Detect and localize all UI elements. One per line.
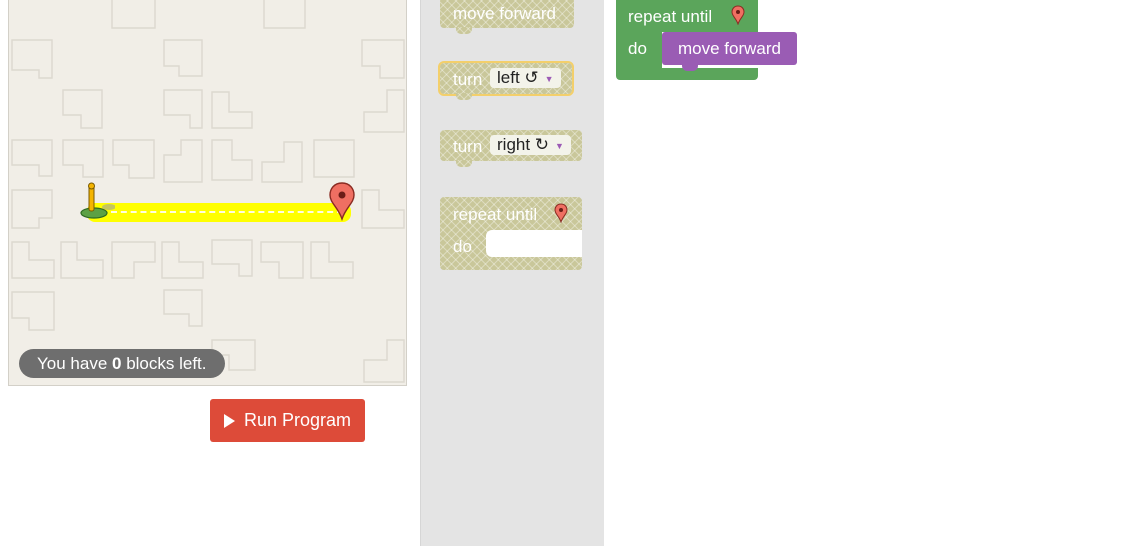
turn-left-value: left ↺ [497,68,539,87]
block-notch [456,93,472,100]
workspace-move-forward-block[interactable]: move forward [662,32,797,71]
maze-display: You have 0 blocks left. [8,0,407,386]
turn-right-value: right ↻ [497,135,550,154]
block-notch [456,27,472,34]
blocks-left-suffix: blocks left. [121,354,207,373]
workspace[interactable]: repeat until do [604,0,1123,546]
pegman-icon [80,182,115,219]
finish-marker-icon [329,182,355,221]
do-label: do [628,39,647,58]
dropdown-arrow-icon: ▼ [555,140,564,151]
block-toolbox: move forward turn left ↺ ▼ turn right ↻ ▼ … [420,0,604,546]
do-label: do [453,237,472,256]
repeat-until-label: repeat until [453,205,538,224]
block-notch [456,160,472,167]
dropdown-arrow-icon: ▼ [544,73,554,84]
toolbox-repeat-until-block[interactable]: repeat until do [440,197,582,270]
run-program-button[interactable]: Run Program [210,399,365,442]
marker-icon [731,5,745,25]
turn-left-dropdown[interactable]: left ↺ ▼ [490,68,561,88]
blocks-left-prefix: You have [37,354,112,373]
play-icon [223,413,235,428]
blocks-left-badge: You have 0 blocks left. [19,349,225,378]
toolbox-turn-right-block[interactable]: turn right ↻ ▼ [440,130,582,167]
run-program-label: Run Program [243,410,352,430]
repeat-until-label: repeat until [628,7,713,26]
toolbox-turn-left-block[interactable]: turn left ↺ ▼ [438,61,574,100]
marker-icon [554,203,568,223]
turn-label: turn [453,137,483,156]
turn-right-dropdown[interactable]: right ↻ ▼ [490,135,571,155]
move-forward-label: move forward [453,4,556,23]
block-notch [682,64,698,71]
do-statement-slot[interactable] [486,230,582,257]
path-center-line [111,211,343,213]
turn-label: turn [453,70,483,89]
move-forward-label: move forward [678,39,781,58]
toolbox-move-forward-block[interactable]: move forward [440,0,574,34]
